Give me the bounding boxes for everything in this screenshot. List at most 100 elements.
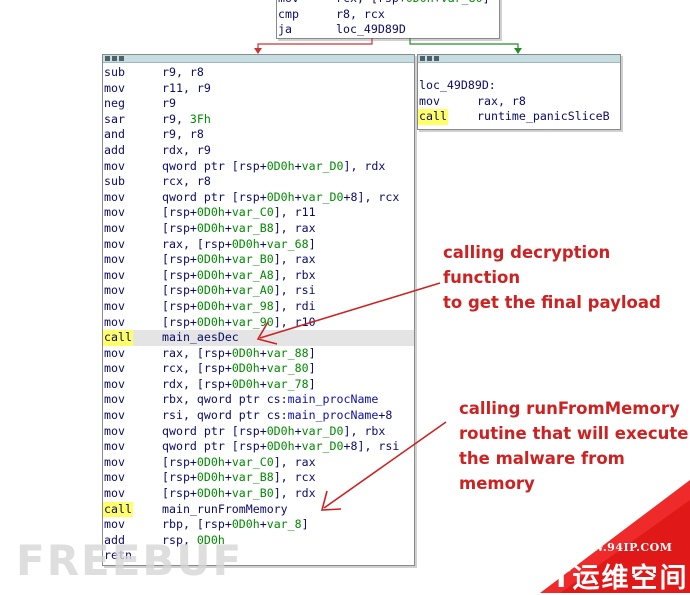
instruction-operands: runtime_panicSliceB (477, 109, 610, 124)
instruction-mnemonic: call (103, 501, 133, 518)
main-block-instruction[interactable]: mov [rsp+0D0h+var_B0], rax (103, 252, 414, 268)
main-block-instruction[interactable]: mov qword ptr [rsp+0D0h+var_D0], rdx (103, 159, 414, 175)
block-menu-icon[interactable] (434, 56, 439, 61)
main-block-instruction[interactable]: sar r9, 3Fh (103, 112, 414, 128)
instruction-operands: rsi, qword ptr cs:main_procName+8 (162, 408, 393, 423)
instruction-mnemonic: call (418, 109, 448, 125)
main-code-block[interactable]: sub r9, r8 mov r11, r9 neg r9 sar r9, 3Fh and r9,… (102, 54, 415, 566)
block-color-icon[interactable] (105, 56, 110, 61)
instruction-operands: qword ptr [rsp+0D0h+var_D0], rdx (162, 158, 386, 173)
instruction-operands: rax, r8 (477, 93, 526, 108)
loc-label[interactable]: loc_49D89D: (418, 78, 620, 94)
main-block-instruction[interactable]: mov qword ptr [rsp+0D0h+var_D0], rbx (103, 424, 414, 440)
instruction-mnemonic: mov (104, 408, 125, 423)
instruction-operands: [rsp+0D0h+var_B0], rdx (162, 486, 316, 501)
main-block-instruction[interactable]: add rdx, r9 (103, 143, 414, 159)
instruction-operands: r8, rcx (336, 6, 385, 21)
instruction-mnemonic: mov (104, 220, 125, 235)
instruction-mnemonic: add (104, 142, 125, 157)
instruction-operands: rax, [rsp+0D0h+var_68] (162, 236, 316, 251)
instruction-operands: r9 (162, 96, 176, 111)
main-block-instruction[interactable]: mov [rsp+0D0h+var_C0], rax (103, 455, 414, 471)
instruction-mnemonic: neg (104, 96, 125, 111)
main-block-instruction[interactable]: mov [rsp+0D0h+var_90], r10 (103, 315, 414, 331)
right-code-block[interactable]: loc_49D89D: mov rax, r8 call runtime_panicS… (417, 54, 621, 130)
annotation-aes-dec: calling decryption function to get the f… (443, 243, 661, 312)
instruction-operands: [rsp+0D0h+var_B8], rax (162, 220, 316, 235)
instruction-operands: rbx, qword ptr cs:main_procName (162, 392, 379, 407)
instruction-operands: rdx, [rsp+0D0h+var_78] (162, 376, 316, 391)
instruction-operands: loc_49D89D (336, 22, 406, 37)
block-menu-icon[interactable] (119, 56, 124, 61)
instruction-operands: [rsp+0D0h+var_A0], rsi (162, 283, 316, 298)
main-block-instruction[interactable]: mov qword ptr [rsp+0D0h+var_D0+8], rcx (103, 190, 414, 206)
instruction-mnemonic: mov (104, 345, 125, 360)
instruction-operands: [rsp+0D0h+var_A8], rbx (162, 267, 316, 282)
top-block-instruction[interactable]: ja loc_49D89D (277, 22, 499, 38)
main-block-instruction[interactable]: mov [rsp+0D0h+var_A8], rbx (103, 268, 414, 284)
instruction-mnemonic: mov (104, 439, 125, 454)
right-block-instruction[interactable]: call runtime_panicSliceB (418, 109, 620, 125)
instruction-operands: rax, [rsp+0D0h+var_88] (162, 345, 316, 360)
main-block-instruction[interactable]: mov [rsp+0D0h+var_B8], rax (103, 221, 414, 237)
instruction-mnemonic: mov (104, 470, 125, 485)
brand-name: IT运维空间 (540, 563, 689, 594)
instruction-operands: qword ptr [rsp+0D0h+var_D0+8], rsi (162, 439, 400, 454)
main-block-instruction[interactable]: mov qword ptr [rsp+0D0h+var_D0+8], rsi (103, 439, 414, 455)
main-block-instruction[interactable]: mov [rsp+0D0h+var_B0], rdx (103, 486, 414, 502)
block-color-icon[interactable] (420, 56, 425, 61)
right-block-instruction[interactable]: mov rax, r8 (418, 94, 620, 110)
main-block-instruction[interactable]: mov rbp, [rsp+0D0h+var_8] (103, 517, 414, 533)
instruction-mnemonic: mov (104, 283, 125, 298)
instruction-operands: rbp, [rsp+0D0h+var_8] (162, 517, 309, 532)
instruction-mnemonic: mov (104, 236, 125, 251)
right-block-titlebar[interactable] (418, 55, 620, 63)
instruction-mnemonic: mov (104, 80, 125, 95)
instruction-mnemonic: mov (104, 252, 125, 267)
instruction-operands: [rsp+0D0h+var_C0], rax (162, 454, 316, 469)
edge-false-branch (257, 38, 373, 52)
top-block-instruction[interactable]: cmp r8, rcx (277, 7, 499, 23)
main-block-instruction[interactable]: mov rdx, [rsp+0D0h+var_78] (103, 377, 414, 393)
instruction-mnemonic: mov (104, 267, 125, 282)
instruction-mnemonic: mov (104, 189, 125, 204)
main-block-instruction[interactable]: sub r9, r8 (103, 65, 414, 81)
instruction-operands: rcx, [rsp+0D0h+var_80] (162, 361, 316, 376)
instruction-operands: main_aesDec (162, 330, 239, 345)
instruction-mnemonic: mov (104, 158, 125, 173)
main-block-instruction[interactable]: call main_aesDec (103, 330, 414, 346)
main-block-instruction[interactable]: mov rsi, qword ptr cs:main_procName+8 (103, 408, 414, 424)
top-block-instruction[interactable]: mov rcx, [rsp+0D0h+var_80] (277, 0, 499, 7)
main-block-instruction[interactable]: mov [rsp+0D0h+var_B8], rcx (103, 470, 414, 486)
instruction-operands: qword ptr [rsp+0D0h+var_D0+8], rcx (162, 189, 400, 204)
main-block-instruction[interactable]: mov [rsp+0D0h+var_C0], r11 (103, 205, 414, 221)
block-graph-icon[interactable] (427, 56, 432, 61)
instruction-mnemonic: mov (104, 361, 125, 376)
block-graph-icon[interactable] (112, 56, 117, 61)
main-block-instruction[interactable]: call main_runFromMemory (103, 501, 414, 518)
main-block-instruction[interactable]: sub rcx, r8 (103, 174, 414, 190)
main-block-instruction[interactable]: mov [rsp+0D0h+var_98], rdi (103, 299, 414, 315)
instruction-mnemonic: mov (104, 392, 125, 407)
instruction-mnemonic: sar (104, 111, 125, 126)
instruction-mnemonic: mov (104, 486, 125, 501)
brand-url: WWW.94IP.COM (566, 541, 673, 554)
top-code-block[interactable]: mov rcx, [rsp+0D0h+var_80]cmp r8, rcx ja loc… (276, 0, 500, 39)
instruction-mnemonic: mov (104, 454, 125, 469)
instruction-operands: [rsp+0D0h+var_90], r10 (162, 314, 316, 329)
main-block-instruction[interactable]: mov rax, [rsp+0D0h+var_68] (103, 237, 414, 253)
instruction-operands: [rsp+0D0h+var_98], rdi (162, 298, 316, 313)
main-block-instruction[interactable]: mov rbx, qword ptr cs:main_procName (103, 392, 414, 408)
main-block-titlebar[interactable] (103, 55, 414, 63)
main-block-instruction[interactable]: mov rax, [rsp+0D0h+var_88] (103, 346, 414, 362)
main-block-instruction[interactable]: mov rcx, [rsp+0D0h+var_80] (103, 361, 414, 377)
instruction-operands: [rsp+0D0h+var_B8], rcx (162, 470, 316, 485)
main-block-instruction[interactable]: mov r11, r9 (103, 81, 414, 97)
instruction-operands: r9, 3Fh (162, 111, 211, 126)
instruction-mnemonic: mov (104, 314, 125, 329)
main-block-instruction[interactable]: neg r9 (103, 96, 414, 112)
instruction-mnemonic: mov (104, 517, 125, 532)
instruction-mnemonic: sub (104, 65, 125, 79)
main-block-instruction[interactable]: mov [rsp+0D0h+var_A0], rsi (103, 283, 414, 299)
main-block-instruction[interactable]: and r9, r8 (103, 127, 414, 143)
